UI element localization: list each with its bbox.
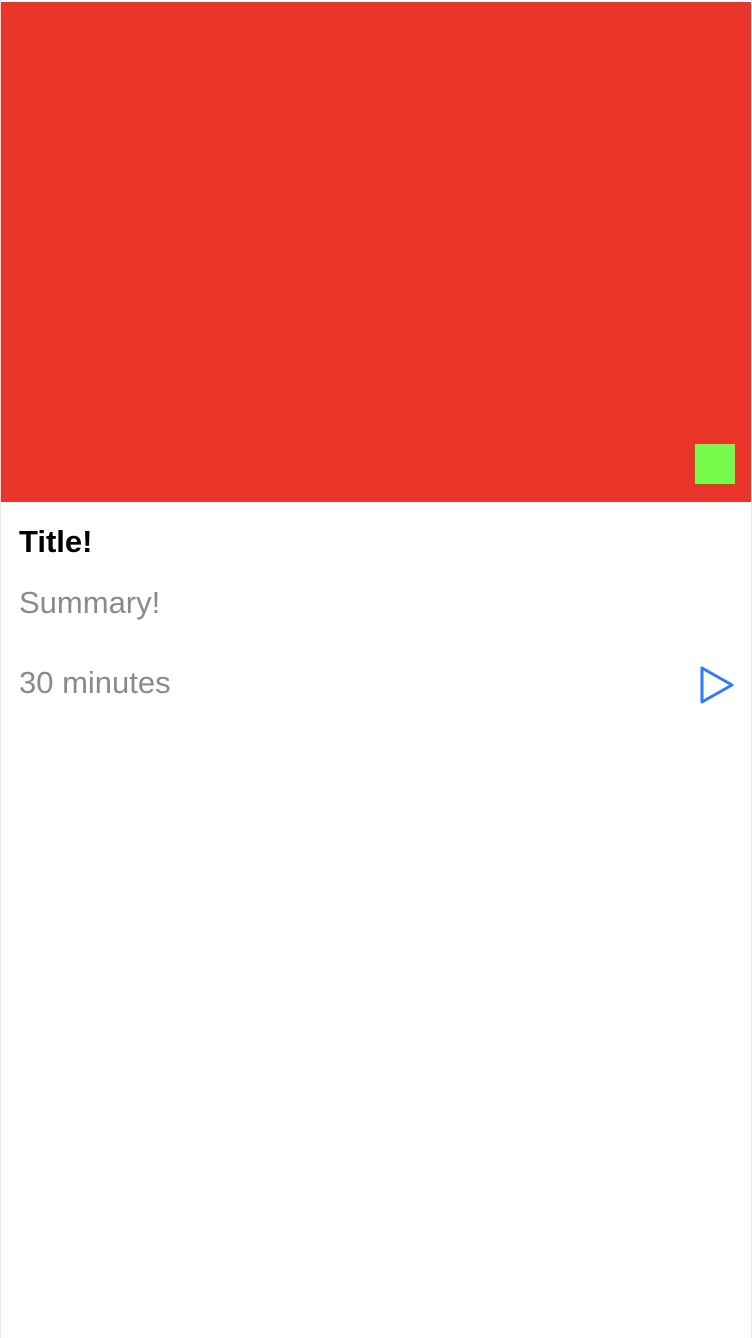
play-button[interactable] (695, 663, 739, 707)
play-icon (700, 666, 734, 704)
card-screen: Title! Summary! 30 minutes (0, 0, 752, 1338)
card-summary: Summary! (19, 585, 161, 620)
card-duration: 30 minutes (19, 665, 171, 700)
status-badge (695, 444, 735, 484)
card-title: Title! (19, 524, 93, 559)
hero-image (1, 2, 751, 502)
